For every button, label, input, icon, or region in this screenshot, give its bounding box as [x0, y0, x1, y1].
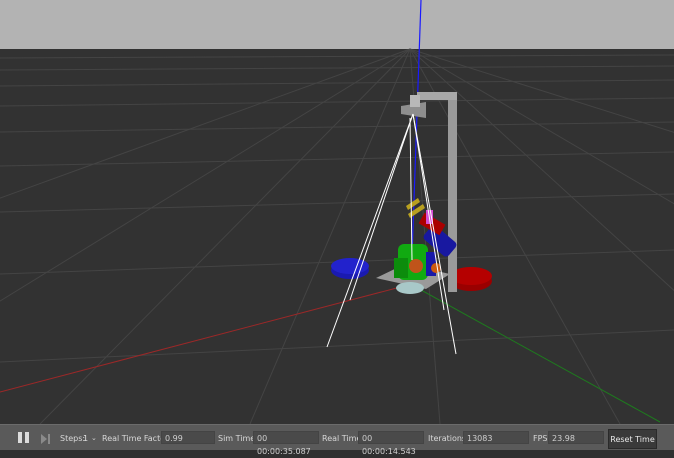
sim-time-field: 00 00:00:35.087	[253, 431, 319, 456]
pause-icon-bar	[25, 432, 29, 443]
sim-time-label: Sim Time:	[218, 434, 258, 443]
pause-button[interactable]	[18, 432, 32, 445]
base-center-disc	[396, 282, 424, 294]
camera-bracket	[410, 95, 420, 107]
scene-canvas[interactable]	[0, 0, 674, 424]
3d-viewport[interactable]	[0, 0, 674, 424]
real-time-factor-field: 0.99	[161, 431, 215, 444]
real-time-field: 00 00:00:14.543	[358, 431, 424, 456]
step-forward-icon	[41, 433, 47, 444]
sky-background	[0, 0, 674, 49]
steps-value[interactable]: 1	[83, 434, 88, 443]
step-forward-icon-bar	[48, 433, 50, 444]
camera-post	[448, 92, 457, 292]
iterations-field: 13083	[463, 431, 529, 444]
step-forward-button[interactable]	[41, 432, 55, 445]
steps-label: Steps:	[60, 434, 86, 443]
simulation-toolbar: Steps: 1 ⌄ Real Time Factor: 0.99 Sim Ti…	[0, 424, 674, 456]
camera-arm	[417, 92, 457, 100]
pause-icon	[18, 432, 22, 443]
fps-field: 23.98	[548, 431, 604, 444]
orange-joint	[409, 259, 423, 273]
reset-time-button[interactable]: Reset Time	[608, 429, 657, 449]
green-arm-joint	[394, 258, 408, 278]
chevron-down-icon[interactable]: ⌄	[91, 434, 97, 442]
